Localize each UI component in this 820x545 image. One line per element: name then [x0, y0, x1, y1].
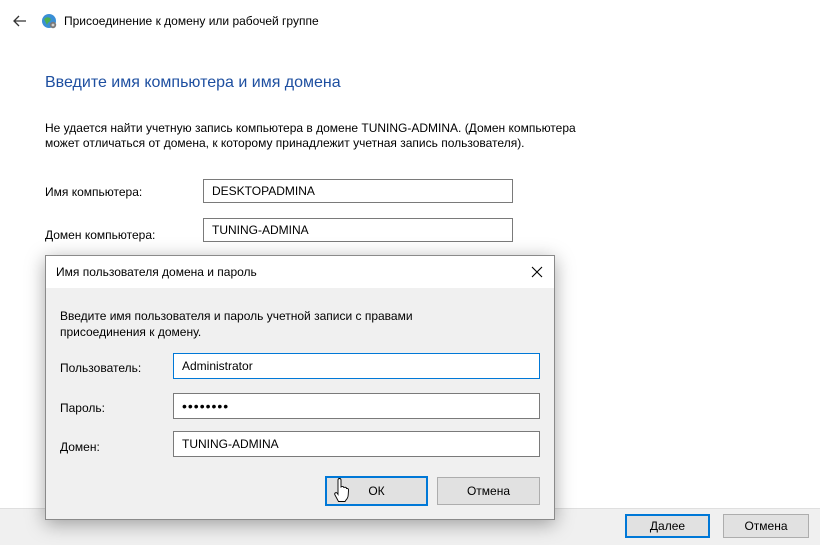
domain-input[interactable]: TUNING-ADMINA	[173, 431, 540, 457]
credentials-dialog: Имя пользователя домена и пароль Введите…	[45, 255, 555, 520]
computer-domain-label: Домен компьютера:	[45, 228, 156, 242]
computer-domain-field[interactable]: TUNING-ADMINA	[203, 218, 513, 242]
user-label: Пользователь:	[60, 361, 142, 375]
dialog-title: Имя пользователя домена и пароль	[56, 265, 257, 279]
page-heading: Введите имя компьютера и имя домена	[45, 74, 341, 91]
password-mask: ••••••••	[182, 398, 230, 414]
network-globe-icon	[42, 14, 57, 29]
wizard-cancel-button[interactable]: Отмена	[723, 514, 809, 538]
next-button[interactable]: Далее	[625, 514, 710, 538]
mouse-pointer-icon	[334, 478, 349, 502]
password-input[interactable]: ••••••••	[173, 393, 540, 419]
computer-name-field[interactable]: DESKTOPADMINA	[203, 179, 513, 203]
domain-label: Домен:	[60, 440, 100, 454]
dialog-message: Введите имя пользователя и пароль учетно…	[60, 309, 413, 339]
page-message: Не удается найти учетную запись компьюте…	[45, 121, 576, 150]
close-icon[interactable]	[524, 260, 550, 284]
username-input[interactable]: Administrator	[173, 353, 540, 379]
password-label: Пароль:	[60, 401, 105, 415]
dialog-cancel-button[interactable]: Отмена	[437, 477, 540, 505]
wizard-header: Присоединение к домену или рабочей групп…	[10, 11, 319, 31]
wizard-title: Присоединение к домену или рабочей групп…	[64, 14, 319, 28]
computer-name-label: Имя компьютера:	[45, 185, 143, 199]
back-arrow-icon[interactable]	[10, 11, 30, 31]
